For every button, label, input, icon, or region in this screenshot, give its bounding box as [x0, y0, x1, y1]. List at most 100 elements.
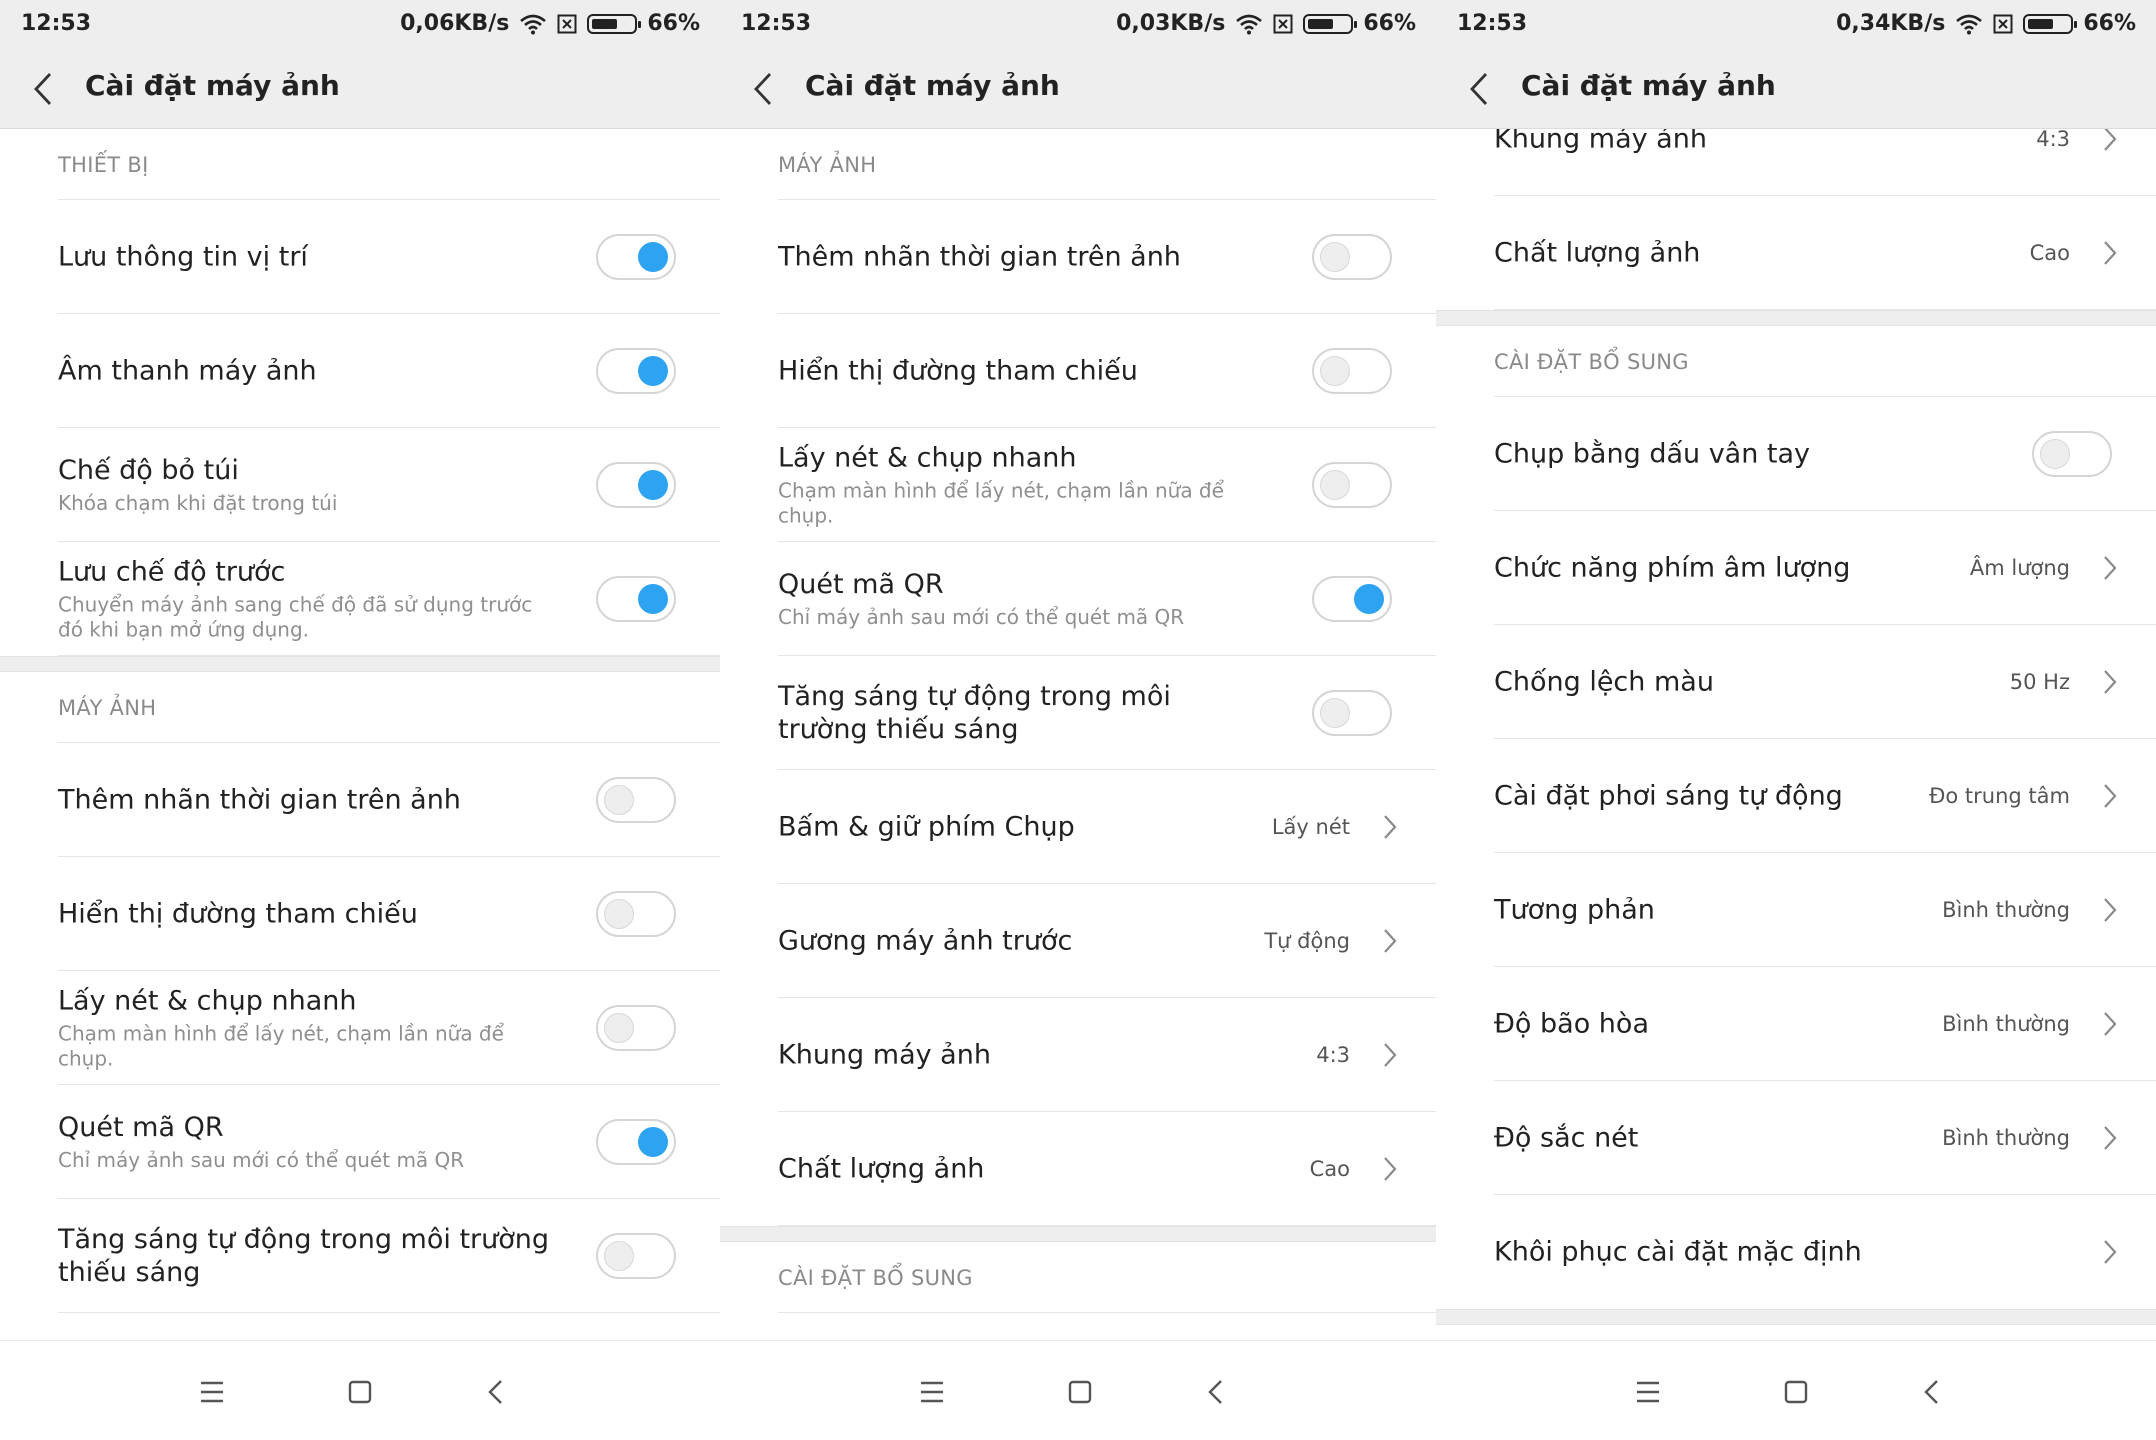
setting-row[interactable]: Thêm nhãn thời gian trên ảnh: [0, 743, 720, 857]
toggle-switch[interactable]: [2032, 431, 2112, 477]
setting-row[interactable]: Độ bão hòa Bình thường: [1436, 967, 2156, 1081]
setting-text: Lưu thông tin vị trí: [58, 241, 550, 274]
setting-title: Âm thanh máy ảnh: [58, 355, 317, 387]
setting-title: Lấy nét & chụp nhanh: [778, 442, 1077, 474]
menu-icon[interactable]: [915, 1375, 949, 1409]
toggle-knob: [638, 470, 668, 500]
page-title: Cài đặt máy ảnh: [805, 69, 1060, 102]
home-icon[interactable]: [1779, 1375, 1813, 1409]
navigation-bar: [1436, 1340, 2156, 1440]
toggle-switch[interactable]: [1312, 576, 1392, 622]
setting-row[interactable]: Bấm & giữ phím Chụp Lấy nét: [720, 770, 1436, 884]
toggle-switch[interactable]: [596, 777, 676, 823]
setting-title: Tương phản: [1494, 894, 1655, 926]
setting-subtitle: Chỉ máy ảnh sau mới có thể quét mã QR: [778, 605, 1185, 629]
battery-percent: 66%: [647, 11, 700, 36]
chevron-right-icon: [2104, 898, 2117, 922]
setting-row[interactable]: Tăng sáng tự động trong môi trường thiếu…: [720, 656, 1436, 770]
home-icon[interactable]: [343, 1375, 377, 1409]
setting-row[interactable]: Âm thanh máy ảnh: [0, 314, 720, 428]
setting-row[interactable]: Tăng sáng tự động trong môi trường thiếu…: [0, 1199, 720, 1313]
menu-icon[interactable]: [1631, 1375, 1665, 1409]
back-icon[interactable]: [1200, 1375, 1234, 1409]
toggle-knob: [1320, 242, 1350, 272]
toggle-knob: [638, 584, 668, 614]
toggle-switch[interactable]: [596, 462, 676, 508]
toggle-knob: [604, 1241, 634, 1271]
toggle-switch[interactable]: [596, 891, 676, 937]
settings-list[interactable]: MÁY ẢNH Thêm nhãn thời gian trên ảnh Hiển …: [720, 129, 1436, 1341]
setting-row[interactable]: Chất lượng ảnh Cao: [1436, 196, 2156, 310]
chevron-right-icon: [2104, 1126, 2117, 1150]
setting-row[interactable]: Lưu chế độ trước Chuyển máy ảnh sang chế …: [0, 542, 720, 656]
setting-title: Chụp bằng dấu vân tay: [1494, 438, 1811, 470]
status-time: 12:53: [741, 11, 812, 36]
setting-row[interactable]: Cài đặt phơi sáng tự động Đo trung tâm: [1436, 739, 2156, 853]
page-title: Cài đặt máy ảnh: [85, 69, 340, 102]
setting-row[interactable]: Chất lượng ảnh Cao: [720, 1112, 1436, 1226]
setting-row[interactable]: Gương máy ảnh trước Tự động: [720, 884, 1436, 998]
home-icon[interactable]: [1063, 1375, 1097, 1409]
toggle-switch[interactable]: [1312, 234, 1392, 280]
screen-3: 12:53 0,34KB/s 66% Cài đặt máy ảnh Khung máy…: [1436, 0, 2156, 1440]
back-icon[interactable]: [1916, 1375, 1950, 1409]
section-header: CÀI ĐẶT BỔ SUNG: [720, 1242, 1436, 1313]
status-icons: 0,06KB/s 66%: [400, 11, 700, 36]
setting-row[interactable]: Hiển thị đường tham chiếu: [720, 314, 1436, 428]
toggle-switch[interactable]: [1312, 690, 1392, 736]
battery-icon: [2023, 13, 2078, 34]
back-arrow-icon[interactable]: [748, 71, 780, 107]
toggle-switch[interactable]: [596, 1233, 676, 1279]
setting-row[interactable]: Khôi phục cài đặt mặc định: [1436, 1195, 2156, 1309]
toggle-knob: [604, 899, 634, 929]
toggle-knob: [638, 1127, 668, 1157]
setting-text: Chức năng phím âm lượng: [1494, 552, 1986, 585]
screens: 12:53 0,06KB/s 66% Cài đặt máy ảnh THIẾT BỊ L…: [0, 0, 2156, 1440]
setting-title: Lấy nét & chụp nhanh: [58, 985, 357, 1017]
toggle-knob: [604, 1013, 634, 1043]
setting-row[interactable]: Lấy nét & chụp nhanh Chạm màn hình để lấy…: [0, 971, 720, 1085]
setting-row[interactable]: Khung máy ảnh 4:3: [720, 998, 1436, 1112]
setting-title: Quét mã QR: [58, 1112, 224, 1143]
setting-row[interactable]: Chống lệch màu 50 Hz: [1436, 625, 2156, 739]
chevron-right-icon: [2104, 556, 2117, 580]
setting-text: Lấy nét & chụp nhanh Chạm màn hình để lấy…: [58, 985, 550, 1072]
setting-title: Hiển thị đường tham chiếu: [778, 355, 1138, 387]
setting-row[interactable]: Thêm nhãn thời gian trên ảnh: [720, 200, 1436, 314]
toggle-switch[interactable]: [596, 348, 676, 394]
toggle-switch[interactable]: [596, 1005, 676, 1051]
setting-text: Chế độ bỏ túi Khóa chạm khi đặt trong túi: [58, 454, 550, 516]
setting-row[interactable]: Chức năng phím âm lượng Âm lượng: [1436, 511, 2156, 625]
back-arrow-icon[interactable]: [28, 71, 60, 107]
settings-list[interactable]: Khung máy ảnh 4:3 Chất lượng ảnh Cao CÀI ĐẶT…: [1436, 129, 2156, 1341]
toggle-switch[interactable]: [596, 1119, 676, 1165]
setting-row[interactable]: Lấy nét & chụp nhanh Chạm màn hình để lấy…: [720, 428, 1436, 542]
setting-row[interactable]: Hiển thị đường tham chiếu: [0, 857, 720, 971]
no-sim-icon: [1273, 14, 1293, 33]
toggle-switch[interactable]: [1312, 348, 1392, 394]
setting-row[interactable]: Khung máy ảnh 4:3: [1436, 129, 2156, 196]
chevron-right-icon: [1384, 929, 1397, 953]
setting-row[interactable]: Độ sắc nét Bình thường: [1436, 1081, 2156, 1195]
setting-row[interactable]: Quét mã QR Chỉ máy ảnh sau mới có thể qué…: [720, 542, 1436, 656]
setting-text: Khôi phục cài đặt mặc định: [1494, 1236, 1986, 1269]
menu-icon[interactable]: [195, 1375, 229, 1409]
setting-text: Thêm nhãn thời gian trên ảnh: [778, 241, 1266, 274]
setting-text: Quét mã QR Chỉ máy ảnh sau mới có thể qué…: [778, 568, 1266, 630]
setting-text: Khung máy ảnh: [778, 1039, 1266, 1072]
toggle-switch[interactable]: [596, 576, 676, 622]
setting-row[interactable]: Chế độ bỏ túi Khóa chạm khi đặt trong túi: [0, 428, 720, 542]
toggle-switch[interactable]: [596, 234, 676, 280]
back-icon[interactable]: [480, 1375, 514, 1409]
page-title: Cài đặt máy ảnh: [1521, 69, 1776, 102]
setting-row[interactable]: Lưu thông tin vị trí: [0, 200, 720, 314]
toggle-switch[interactable]: [1312, 462, 1392, 508]
setting-row[interactable]: Quét mã QR Chỉ máy ảnh sau mới có thể qué…: [0, 1085, 720, 1199]
setting-row[interactable]: Tương phản Bình thường: [1436, 853, 2156, 967]
settings-list[interactable]: THIẾT BỊ Lưu thông tin vị trí Âm thanh máy…: [0, 129, 720, 1341]
setting-title: Tăng sáng tự động trong môi trường thiếu…: [778, 681, 1171, 745]
back-arrow-icon[interactable]: [1464, 71, 1496, 107]
setting-row[interactable]: Chụp bằng dấu vân tay: [1436, 397, 2156, 511]
setting-value: 50 Hz: [2009, 670, 2070, 694]
setting-title: Khung máy ảnh: [778, 1039, 991, 1071]
